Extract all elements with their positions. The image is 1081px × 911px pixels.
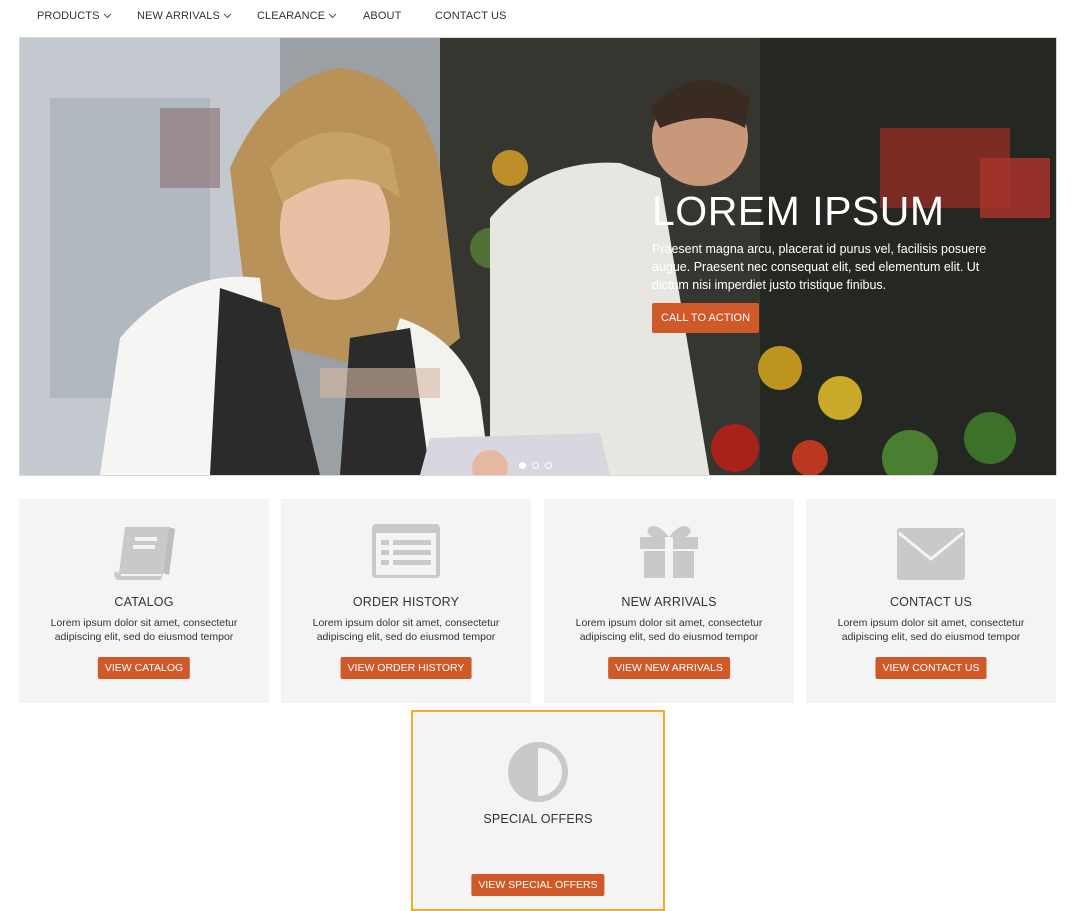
view-order-history-button[interactable]: VIEW ORDER HISTORY <box>340 657 472 679</box>
hero-title: LOREM IPSUM <box>652 188 945 234</box>
hero-description: Praesent magna arcu, placerat id purus v… <box>652 242 987 292</box>
book-icon <box>19 523 269 583</box>
card-title: SPECIAL OFFERS <box>483 812 593 826</box>
envelope-icon <box>806 527 1056 581</box>
carousel-indicators <box>519 462 552 469</box>
card-description: Lorem ipsum dolor sit amet, consectetur … <box>837 617 1025 643</box>
new-arrivals-card: NEW ARRIVALS Lorem ipsum dolor sit amet,… <box>544 499 794 703</box>
list-icon <box>281 523 531 579</box>
carousel-dot-2[interactable] <box>532 462 539 469</box>
order-history-card: ORDER HISTORY Lorem ipsum dolor sit amet… <box>281 499 531 703</box>
card-description: Lorem ipsum dolor sit amet, consectetur … <box>575 617 763 643</box>
card-title: ORDER HISTORY <box>352 595 460 609</box>
view-new-arrivals-button[interactable]: VIEW NEW ARRIVALS <box>608 657 730 679</box>
hero-carousel: LOREM IPSUM Praesent magna arcu, placera… <box>19 37 1057 476</box>
special-offers-card: SPECIAL OFFERS VIEW SPECIAL OFFERS <box>411 710 665 911</box>
nav-item-products[interactable]: PRODUCTS <box>37 10 112 22</box>
chevron-down-icon <box>103 13 112 19</box>
nav-item-contact-us[interactable]: CONTACT US <box>435 10 507 22</box>
nav-label: NEW ARRIVALS <box>137 10 220 22</box>
nav-label: CLEARANCE <box>257 10 326 22</box>
nav-item-about[interactable]: ABOUT <box>363 10 401 22</box>
nav-item-clearance[interactable]: CLEARANCE <box>257 10 337 22</box>
nav-label: CONTACT US <box>435 10 507 22</box>
view-special-offers-button[interactable]: VIEW SPECIAL OFFERS <box>471 874 605 896</box>
nav-label: ABOUT <box>363 10 402 22</box>
card-title: NEW ARRIVALS <box>621 595 717 609</box>
top-navigation: PRODUCTS NEW ARRIVALS CLEARANCE ABOUT CO… <box>0 0 1081 36</box>
gift-icon <box>544 523 794 579</box>
chevron-down-icon <box>328 13 337 19</box>
nav-label: PRODUCTS <box>37 10 100 22</box>
chevron-down-icon <box>223 13 232 19</box>
card-title: CONTACT US <box>889 595 973 609</box>
catalog-card: CATALOG Lorem ipsum dolor sit amet, cons… <box>19 499 269 703</box>
nav-item-new-arrivals[interactable]: NEW ARRIVALS <box>137 10 232 22</box>
card-description: Lorem ipsum dolor sit amet, consectetur … <box>50 617 238 643</box>
view-contact-us-button[interactable]: VIEW CONTACT US <box>875 657 987 679</box>
card-description: Lorem ipsum dolor sit amet, consectetur … <box>312 617 500 643</box>
carousel-dot-3[interactable] <box>545 462 552 469</box>
call-to-action-button[interactable]: CALL TO ACTION <box>652 303 759 333</box>
contact-us-card: CONTACT US Lorem ipsum dolor sit amet, c… <box>806 499 1056 703</box>
view-catalog-button[interactable]: VIEW CATALOG <box>97 657 191 679</box>
carousel-dot-1[interactable] <box>519 462 526 469</box>
half-circle-icon <box>413 742 663 802</box>
card-title: CATALOG <box>114 595 174 609</box>
